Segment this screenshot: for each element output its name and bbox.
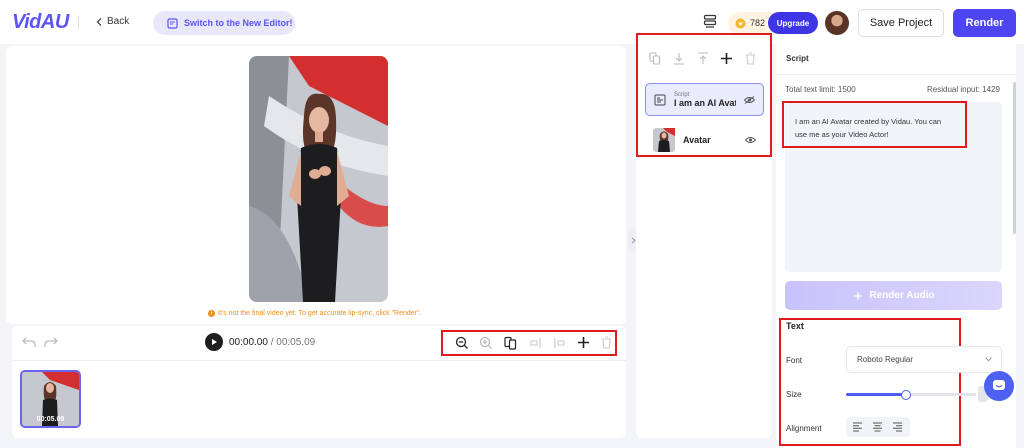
chevron-right-icon — [631, 237, 636, 244]
chat-support-button[interactable] — [984, 371, 1014, 401]
chevron-left-icon — [96, 17, 102, 26]
font-label: Font — [786, 356, 803, 365]
total-text-limit: Total text limit: 1500 — [785, 85, 856, 94]
script-header-divider — [776, 74, 1016, 75]
back-button[interactable]: Back — [96, 16, 129, 27]
render-button[interactable]: Render — [953, 9, 1016, 37]
eye-icon[interactable] — [745, 136, 756, 144]
undo-icon[interactable] — [22, 336, 36, 348]
delete-layer-icon[interactable] — [745, 52, 756, 65]
timeline-clip[interactable]: 00:05.09 — [20, 370, 81, 428]
size-slider-thumb[interactable] — [900, 389, 911, 400]
switch-editor-button[interactable]: Switch to the New Editor! — [153, 11, 295, 35]
script-layer-icon — [654, 94, 666, 106]
play-button[interactable] — [205, 333, 223, 351]
align-top-icon[interactable] — [697, 52, 709, 65]
scrollbar[interactable] — [1013, 82, 1016, 234]
align-text-right-icon[interactable] — [892, 422, 903, 432]
layer-item-script[interactable]: Script I am an AI Avat... — [645, 83, 764, 116]
vidau-logo[interactable]: VidAU — [12, 11, 69, 34]
alignment-label: Alignment — [786, 424, 822, 433]
user-avatar[interactable] — [825, 11, 849, 35]
font-select[interactable]: Roboto Regular — [846, 346, 1002, 373]
save-project-button[interactable]: Save Project — [858, 9, 944, 37]
render-notice: It's not the final video yet. To get acc… — [208, 310, 421, 317]
timeline-divider — [12, 360, 626, 361]
align-center-icon[interactable] — [553, 336, 566, 350]
avatar-layer-thumbnail — [653, 127, 675, 152]
align-left-icon[interactable] — [529, 336, 542, 350]
render-audio-button[interactable]: Render Audio — [785, 281, 1002, 310]
video-preview[interactable] — [249, 56, 388, 302]
header-divider — [78, 17, 79, 29]
align-text-left-icon[interactable] — [852, 422, 863, 432]
chevron-down-icon — [985, 357, 992, 362]
layer-label: I am an AI Avat... — [674, 97, 736, 108]
editor-icon — [167, 17, 178, 29]
back-label: Back — [107, 16, 130, 27]
size-label: Size — [786, 390, 802, 399]
zoom-out-icon[interactable] — [455, 336, 469, 350]
switch-editor-label: Switch to the New Editor! — [184, 18, 293, 28]
size-slider-track[interactable] — [846, 389, 976, 400]
align-text-center-icon[interactable] — [872, 422, 883, 432]
chat-icon — [992, 379, 1006, 393]
clip-duration: 00:05.09 — [36, 416, 65, 423]
text-section-title: Text — [786, 321, 804, 331]
stack-icon[interactable] — [703, 14, 717, 30]
playback-time: 00:00.00 / 00:05.09 — [229, 337, 315, 348]
add-icon[interactable] — [577, 336, 590, 349]
split-icon[interactable] — [504, 336, 517, 350]
zoom-in-icon[interactable] — [479, 336, 493, 350]
eye-off-icon[interactable] — [744, 95, 755, 104]
add-layer-icon[interactable] — [720, 52, 733, 65]
current-time: 00:00.00 — [229, 337, 268, 348]
residual-input: Residual input: 1429 — [927, 85, 1000, 94]
redo-icon[interactable] — [44, 336, 58, 348]
sparkle-icon — [852, 290, 864, 302]
layer-item-avatar[interactable]: Avatar — [645, 123, 764, 156]
delete-icon[interactable] — [601, 336, 612, 349]
credits-count: 782 — [750, 18, 766, 28]
gem-icon — [735, 18, 746, 29]
script-text[interactable]: I am an AI Avatar created by Vidau. You … — [795, 116, 955, 141]
total-time: 00:05.09 — [276, 337, 316, 348]
render-audio-label: Render Audio — [869, 290, 935, 301]
align-bottom-icon[interactable] — [673, 52, 685, 65]
warning-icon — [208, 310, 215, 317]
layer-label: Avatar — [683, 134, 711, 145]
play-icon — [210, 338, 218, 346]
script-panel-title: Script — [786, 54, 809, 63]
font-value: Roboto Regular — [857, 355, 914, 364]
upgrade-button[interactable]: Upgrade — [768, 12, 818, 34]
credits-badge: 782 Upgrade — [728, 12, 818, 34]
size-slider-fill — [846, 393, 906, 396]
notice-text: It's not the final video yet. To get acc… — [218, 310, 422, 317]
copy-layer-icon[interactable] — [649, 52, 661, 65]
